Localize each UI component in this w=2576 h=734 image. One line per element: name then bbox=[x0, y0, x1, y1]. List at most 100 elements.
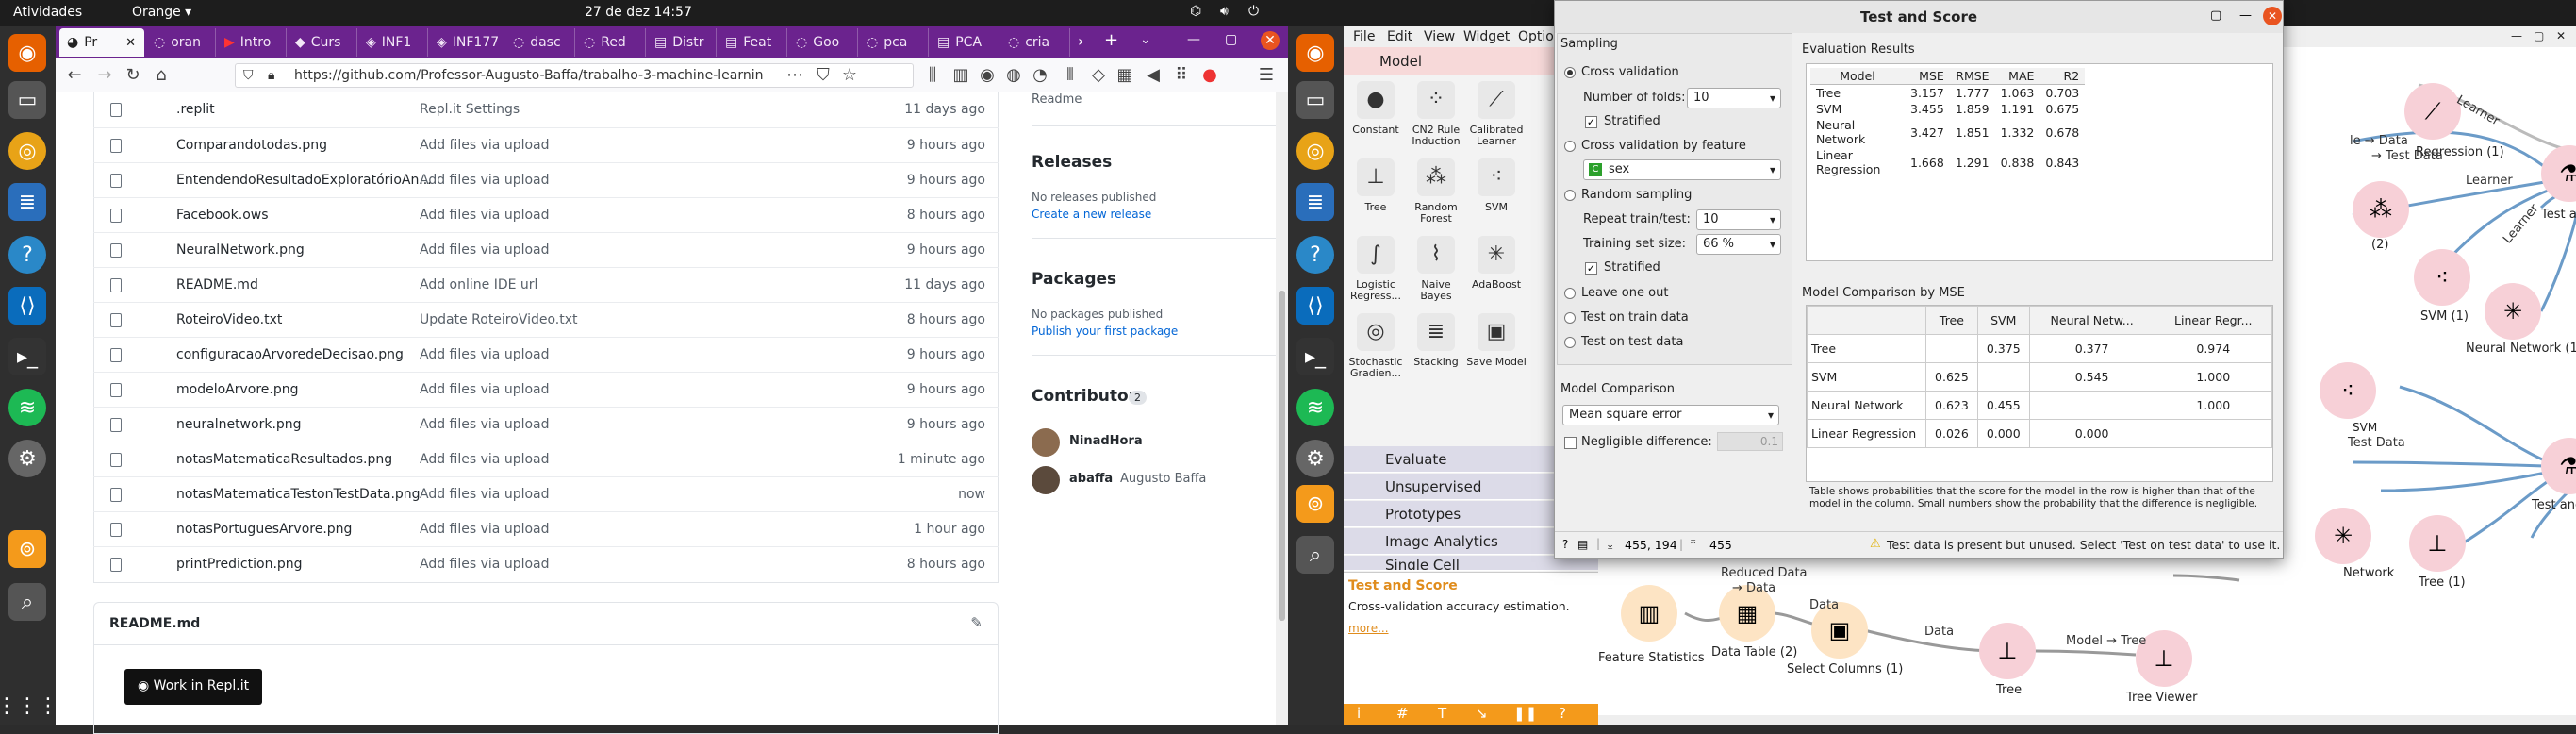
apps-grid-icon[interactable]: ⋮⋮⋮ bbox=[0, 687, 58, 725]
cross-validation-radio[interactable] bbox=[1564, 67, 1576, 78]
releases-title[interactable]: Releases bbox=[1032, 153, 1112, 172]
widget-svm[interactable]: ⁖ SVM bbox=[1466, 158, 1527, 213]
tab-scroll-icon[interactable]: › bbox=[1078, 32, 1083, 50]
clock[interactable]: 27 de dez 14:57 bbox=[585, 5, 692, 20]
help-icon[interactable]: ? bbox=[1296, 236, 1334, 274]
restore-icon[interactable]: ▢ bbox=[2210, 8, 2221, 23]
linear-regression-node[interactable]: ⟋ bbox=[2404, 83, 2461, 140]
feature-statistics-node[interactable]: ▥ bbox=[1621, 585, 1677, 642]
tab-13[interactable]: ▤ PCA bbox=[930, 28, 999, 57]
tab-github[interactable]: ◕ Pr ✕ bbox=[59, 28, 144, 57]
new-tab-icon[interactable]: + bbox=[1104, 30, 1118, 50]
file-row[interactable]: notasMatematicaTestonTestData.png Add fil… bbox=[93, 476, 999, 511]
widget-adaboost[interactable]: ✳ AdaBoost bbox=[1466, 236, 1527, 291]
neural-network-node[interactable]: ✳ bbox=[2315, 508, 2371, 564]
widget-random-forest[interactable]: ⁂ Random Forest bbox=[1406, 158, 1466, 225]
stratified2-checkbox[interactable]: ✓ bbox=[1585, 262, 1597, 275]
repl-button[interactable]: ◉ Work in Repl.it bbox=[124, 669, 263, 705]
repeat-select[interactable]: 10 bbox=[1696, 209, 1781, 230]
train-size-select[interactable]: 66 % bbox=[1696, 234, 1781, 255]
edit-pencil-icon[interactable]: ✎ bbox=[970, 614, 983, 631]
test-train-radio[interactable] bbox=[1564, 312, 1576, 324]
col-header[interactable]: MSE bbox=[1905, 68, 1950, 85]
widget-calibrated-learner[interactable]: ⟋ Calibrated Learner bbox=[1466, 81, 1527, 147]
settings-icon[interactable]: ⚙ bbox=[8, 440, 46, 477]
menu-view[interactable]: View bbox=[1424, 29, 1455, 44]
page-actions-icon[interactable]: ⋯ bbox=[784, 64, 806, 87]
apps-icon[interactable]: ⠿ bbox=[1170, 64, 1193, 87]
minimize-icon[interactable]: — bbox=[2239, 8, 2252, 23]
widget-cn2[interactable]: ⁘ CN2 Rule Induction bbox=[1406, 81, 1466, 147]
random-sampling-radio[interactable] bbox=[1564, 190, 1576, 201]
file-row[interactable]: printPrediction.png Add files via upload 8… bbox=[93, 546, 999, 581]
widget-naive-bayes[interactable]: ⌇ Naive Bayes bbox=[1406, 236, 1466, 302]
col-header[interactable]: MAE bbox=[1994, 68, 2040, 85]
sidebar-icon[interactable]: ▥ bbox=[949, 64, 972, 87]
widget-tree[interactable]: ⊥ Tree bbox=[1346, 158, 1406, 213]
table-row[interactable]: Linear Regression 1.668 1.291 0.838 0.843 bbox=[1810, 147, 2085, 177]
contributor-name[interactable]: NinadHora bbox=[1069, 434, 1143, 448]
extension-icon[interactable]: ▦ bbox=[1114, 64, 1136, 87]
tree-node[interactable]: ⊥ bbox=[2409, 515, 2466, 572]
file-row[interactable]: RoteiroVideo.txt Update RoteiroVideo.txt 8… bbox=[93, 302, 999, 337]
tab-6[interactable]: ◈ INF177 bbox=[429, 28, 504, 57]
folds-select[interactable]: 10 bbox=[1687, 88, 1781, 108]
rhythmbox-icon[interactable]: ◎ bbox=[8, 132, 46, 170]
create-release-link[interactable]: Create a new release bbox=[1032, 208, 1151, 221]
extension-icon[interactable]: ● bbox=[1198, 64, 1221, 87]
cv-by-feature-radio[interactable] bbox=[1564, 141, 1576, 152]
bookmark-star-icon[interactable]: ☆ bbox=[838, 64, 861, 87]
table-row[interactable]: Neural Network 3.427 1.851 1.332 0.678 bbox=[1810, 117, 2085, 147]
activities-button[interactable]: Atividades bbox=[13, 5, 82, 20]
account-icon[interactable]: ◉ bbox=[976, 64, 999, 87]
scrollbar-thumb[interactable] bbox=[1279, 291, 1285, 621]
hamburger-menu-icon[interactable]: ☰ bbox=[1255, 64, 1278, 87]
writer-icon[interactable]: ≣ bbox=[8, 183, 46, 221]
reload-icon[interactable]: ↻ bbox=[122, 64, 144, 87]
negligible-input[interactable]: 0.1 bbox=[1717, 432, 1783, 451]
menu-widget[interactable]: Widget bbox=[1463, 29, 1510, 44]
terminal-icon[interactable]: ▸_ bbox=[1296, 338, 1334, 375]
widget-stacking[interactable]: ≣ Stacking bbox=[1406, 313, 1466, 368]
home-icon[interactable]: ⌂ bbox=[150, 64, 173, 87]
menu-file[interactable]: File bbox=[1353, 29, 1375, 44]
tab-8[interactable]: ◌ Red bbox=[576, 28, 646, 57]
extension-icon[interactable]: ◍ bbox=[1002, 64, 1025, 87]
network-icon[interactable]: ⌬ bbox=[1190, 4, 1201, 19]
app-menu[interactable]: Orange ▾ bbox=[132, 5, 191, 20]
file-row[interactable]: README.md Add online IDE url 11 days ago bbox=[93, 267, 999, 302]
file-row[interactable]: .replit Repl.it Settings 11 days ago bbox=[93, 92, 999, 127]
close-icon[interactable]: ✕ bbox=[2263, 7, 2282, 25]
extension-icon[interactable]: ⦀ bbox=[1059, 64, 1082, 87]
widget-logistic-regression[interactable]: ∫ Logistic Regress... bbox=[1346, 236, 1406, 302]
file-row[interactable]: Facebook.ows Add files via upload 8 hours … bbox=[93, 197, 999, 232]
maximize-icon[interactable]: ▢ bbox=[2534, 29, 2544, 42]
maximize-icon[interactable]: ▢ bbox=[1225, 32, 1237, 47]
random-sampling-label[interactable]: Random sampling bbox=[1581, 188, 1692, 202]
pocket-icon[interactable]: ⛉ bbox=[812, 64, 834, 87]
minimize-icon[interactable]: — bbox=[2511, 29, 2522, 42]
feature-select[interactable]: Csex bbox=[1583, 159, 1781, 180]
tree-node[interactable]: ⊥ bbox=[1979, 623, 2036, 679]
rhythmbox-icon[interactable]: ◎ bbox=[1296, 132, 1334, 170]
tab-10[interactable]: ▤ Feat bbox=[718, 28, 787, 57]
test-train-label[interactable]: Test on train data bbox=[1581, 310, 1689, 325]
close-icon[interactable]: ✕ bbox=[125, 36, 136, 50]
pause-icon[interactable]: ❚❚ bbox=[1513, 705, 1537, 722]
info-icon[interactable]: i bbox=[1357, 705, 1361, 722]
help-icon[interactable]: ? bbox=[1562, 538, 1568, 551]
extension-icon[interactable]: ◀ bbox=[1142, 64, 1164, 87]
svm-node[interactable]: ⁖ bbox=[2320, 362, 2376, 419]
settings-icon[interactable]: ⚙ bbox=[1296, 440, 1334, 477]
tab-3[interactable]: ▶ Intro bbox=[217, 28, 287, 57]
tab-11[interactable]: ◌ Goo bbox=[788, 28, 858, 57]
forward-icon[interactable]: → bbox=[93, 64, 116, 87]
spotify-icon[interactable]: ≋ bbox=[1296, 389, 1334, 426]
file-row[interactable]: notasMatematicaResultados.png Add files v… bbox=[93, 442, 999, 476]
terminal-icon[interactable]: ▸_ bbox=[8, 338, 46, 375]
library-icon[interactable]: ⫼ bbox=[921, 64, 944, 87]
extension-icon[interactable]: ◇ bbox=[1087, 64, 1110, 87]
info-more-link[interactable]: more... bbox=[1348, 622, 1389, 635]
vscode-icon[interactable]: ⟨⟩ bbox=[8, 287, 46, 325]
orange-icon[interactable]: ⊚ bbox=[8, 530, 46, 568]
